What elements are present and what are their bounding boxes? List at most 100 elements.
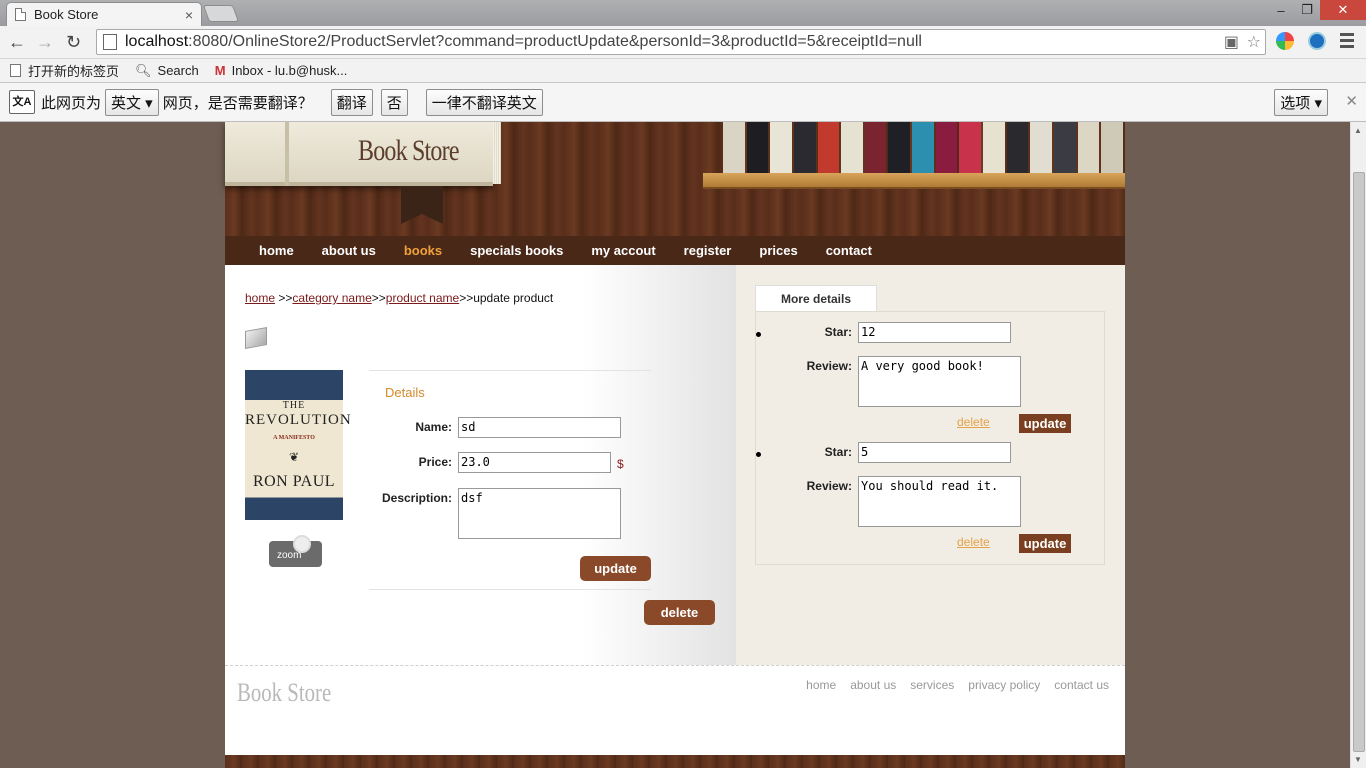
zoom-label: zoom [277,550,302,561]
bookmark-label: Inbox - lu.b@husk... [231,63,348,78]
name-label: Name: [415,420,452,434]
gmail-icon: M [214,63,226,78]
extension-ie-icon[interactable] [1308,32,1326,50]
translate-close-icon[interactable]: ✕ [1345,92,1358,110]
delete-review-link[interactable]: delete [957,535,990,549]
footer-link-contact-us[interactable]: contact us [1054,678,1109,692]
tab-strip: Book Store × – ❐ ✕ [0,0,1366,26]
menu-about-us[interactable]: about us [322,243,376,258]
language-select[interactable]: 英文 ▾ [105,88,159,116]
footer-link-services[interactable]: services [910,678,954,692]
bookshelf [703,173,1125,189]
scroll-down-icon[interactable]: ▼ [1354,755,1362,764]
menu-register[interactable]: register [684,243,732,258]
footer-link-home[interactable]: home [806,678,836,692]
update-review-button[interactable]: update [1019,534,1071,553]
breadcrumb-category[interactable]: category name [292,291,371,305]
tab-more-details[interactable]: More details [755,285,877,312]
currency-symbol: $ [617,457,624,471]
delete-review-link[interactable]: delete [957,415,990,429]
bottom-wood-strip [225,755,1125,768]
breadcrumb-product[interactable]: product name [386,291,459,305]
page-scrollbar[interactable]: ▲ ▼ [1350,122,1366,768]
header-book-graphic: Book Store [225,122,501,186]
reload-icon[interactable]: ↻ [66,32,81,53]
site-header: Book Store [225,122,1125,236]
no-translate-button[interactable]: 否 [380,88,408,116]
details-heading: Details [385,385,425,400]
page-icon [15,8,26,21]
menu-prices[interactable]: prices [759,243,797,258]
main-menu: home about us books specials books my ac… [225,236,1125,265]
star-label: Star: [824,445,852,459]
details-panel: Details Name: sd Price: 23.0 $ Descripti… [369,370,651,590]
scroll-up-icon[interactable]: ▲ [1354,126,1362,135]
new-tab-button[interactable] [202,5,240,22]
delete-product-button[interactable]: delete [644,600,715,625]
name-input[interactable]: sd [458,417,621,438]
maximize-button[interactable]: ❐ [1294,0,1320,20]
site-logo[interactable]: Book Store [358,134,459,168]
page-viewport: Book Store home about us books specials … [0,122,1350,768]
zoom-button[interactable]: zoom [269,535,322,567]
review-label: Review: [806,359,852,373]
star-input[interactable]: 12 [858,322,1011,343]
translate-button[interactable]: 翻译 [330,88,373,116]
site-container: Book Store home about us books specials … [225,122,1125,768]
menu-icon[interactable] [1340,33,1354,51]
footer-link-privacy-policy[interactable]: privacy policy [968,678,1040,692]
url-path: :8080/OnlineStore2/ProductServlet?comman… [188,33,922,50]
extension-icon[interactable]: ▣ [1224,32,1239,52]
footer-link-about-us[interactable]: about us [850,678,896,692]
cover-title: REVOLUTION [245,412,352,428]
update-review-button[interactable]: update [1019,414,1071,433]
url-host: localhost [125,33,189,50]
translate-prefix: 此网页为 [41,94,102,112]
bookmark-search[interactable]: 🔍︎ Search [135,63,199,79]
breadcrumb-separator: >> [275,291,293,305]
footer-logo[interactable]: Book Store [237,678,331,708]
package-icon [245,327,267,349]
bookmarks-bar: 打开新的标签页 🔍︎ Search M Inbox - lu.b@husk... [0,59,1366,83]
search-icon: 🔍︎ [135,62,152,78]
window-close-button[interactable]: ✕ [1320,0,1366,20]
browser-toolbar: ← → ↻ localhost:8080/OnlineStore2/Produc… [0,26,1366,59]
page-icon [10,64,21,77]
window-controls: – ❐ ✕ [1268,0,1366,20]
menu-books[interactable]: books [404,243,442,258]
breadcrumb-home[interactable]: home [245,291,275,305]
never-translate-button[interactable]: 一律不翻译英文 [425,88,543,116]
browser-tab[interactable]: Book Store × [6,2,202,26]
review-textarea[interactable]: You should read it. [858,476,1021,527]
forward-arrow-icon[interactable]: → [36,32,54,53]
bookmark-star-icon[interactable]: ☆ [1247,32,1261,52]
menu-specials-books[interactable]: specials books [470,243,563,258]
menu-home[interactable]: home [259,243,294,258]
options-button[interactable]: 选项 ▾ [1274,89,1328,116]
description-textarea[interactable]: dsf [458,488,621,539]
description-label: Description: [381,491,452,505]
bookshelf-books [723,122,1125,173]
menu-contact[interactable]: contact [826,243,872,258]
back-arrow-icon[interactable]: ← [8,32,26,53]
chrome-extension-icon[interactable] [1276,32,1294,50]
book-cover-image[interactable]: THE REVOLUTION A MANIFESTO ❦ RON PAUL [245,370,352,520]
cover-subtitle: A MANIFESTO [273,435,315,441]
menu-my-account[interactable]: my accout [591,243,655,258]
bookmark-inbox[interactable]: M Inbox - lu.b@husk... [215,63,348,78]
review-label: Review: [806,479,852,493]
tab-title: Book Store [34,7,99,22]
address-bar[interactable]: localhost:8080/OnlineStore2/ProductServl… [96,29,1266,55]
minimize-button[interactable]: – [1268,0,1294,20]
tab-close-icon[interactable]: × [185,7,193,23]
breadcrumb: home >>category name>>product name>>upda… [245,291,553,305]
bookmark-new-tab[interactable]: 打开新的标签页 [10,61,119,80]
review-textarea[interactable]: A very good book! [858,356,1021,407]
bookmark-label: 打开新的标签页 [28,64,120,79]
scrollbar-thumb[interactable] [1353,172,1365,752]
star-input[interactable]: 5 [858,442,1011,463]
update-product-button[interactable]: update [580,556,651,581]
site-footer: Book Store home about us services privac… [225,665,1125,755]
reviews-panel: Star: 12 Review: A very good book! delet… [755,311,1105,565]
price-input[interactable]: 23.0 [458,452,611,473]
